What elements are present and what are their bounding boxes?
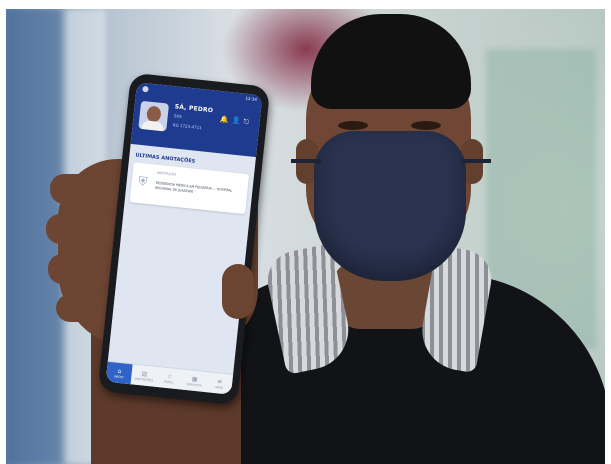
nav-label-services: SERVIÇOS [186,381,202,388]
nav-home[interactable]: ⌂ INÍCIO [105,361,133,385]
avatar-body [140,119,165,132]
card-label: ANOTAÇÃO [156,170,177,177]
mask-strap-right [461,159,491,163]
photo: 12:34 SÁ, PEDRO SRS RG 1723-4711 🔔 👤 ⎋ Ú… [6,9,605,464]
nav-annotations[interactable]: ▤ ANOTAÇÕES [131,364,158,387]
app-header: 12:34 SÁ, PEDRO SRS RG 1723-4711 🔔 👤 ⎋ [130,82,263,158]
person-eye-left [338,121,368,130]
annotation-card[interactable]: ⛨ ANOTAÇÃO RESIDÊNCIA MÉDICA EM PEDIATRI… [129,162,250,215]
shield-icon: ⛨ [137,173,149,189]
nav-services[interactable]: ▦ SERVIÇOS [181,370,208,393]
bottom-nav: ⌂ INÍCIO ▤ ANOTAÇÕES ☆ ESPEC. ▦ SERVIÇOS… [105,360,234,395]
card-text: RESIDÊNCIA MÉDICA EM PEDIATRIA — HOSPITA… [155,180,233,194]
finger-1 [50,174,120,204]
avatar [138,100,170,132]
finger-2 [46,214,116,244]
person-eye-right [411,121,441,130]
face-mask [314,131,466,281]
user-name: SÁ, PEDRO [174,103,214,115]
nav-label-specialties: ESPEC. [163,379,175,385]
person-thumb [222,264,254,319]
nav-label-annotations: ANOTAÇÕES [134,376,154,383]
bell-icon[interactable]: 🔔 [219,115,229,124]
person-hair [311,14,471,109]
mask-strap-left [291,159,321,163]
nav-specialties[interactable]: ☆ ESPEC. [156,367,183,390]
phone-screen: 12:34 SÁ, PEDRO SRS RG 1723-4711 🔔 👤 ⎋ Ú… [105,82,263,395]
nav-label-home: INÍCIO [114,373,124,379]
status-time: 12:34 [245,95,258,102]
nav-more[interactable]: ≡ MAIS [206,372,233,395]
camera-dot [142,85,149,93]
user-subtitle: SRS [173,113,182,120]
finger-3 [48,254,118,284]
nav-label-more: MAIS [215,384,224,390]
logout-icon[interactable]: ⎋ [243,118,249,128]
user-id: RG 1723-4711 [172,122,202,131]
person-icon[interactable]: 👤 [231,116,241,125]
